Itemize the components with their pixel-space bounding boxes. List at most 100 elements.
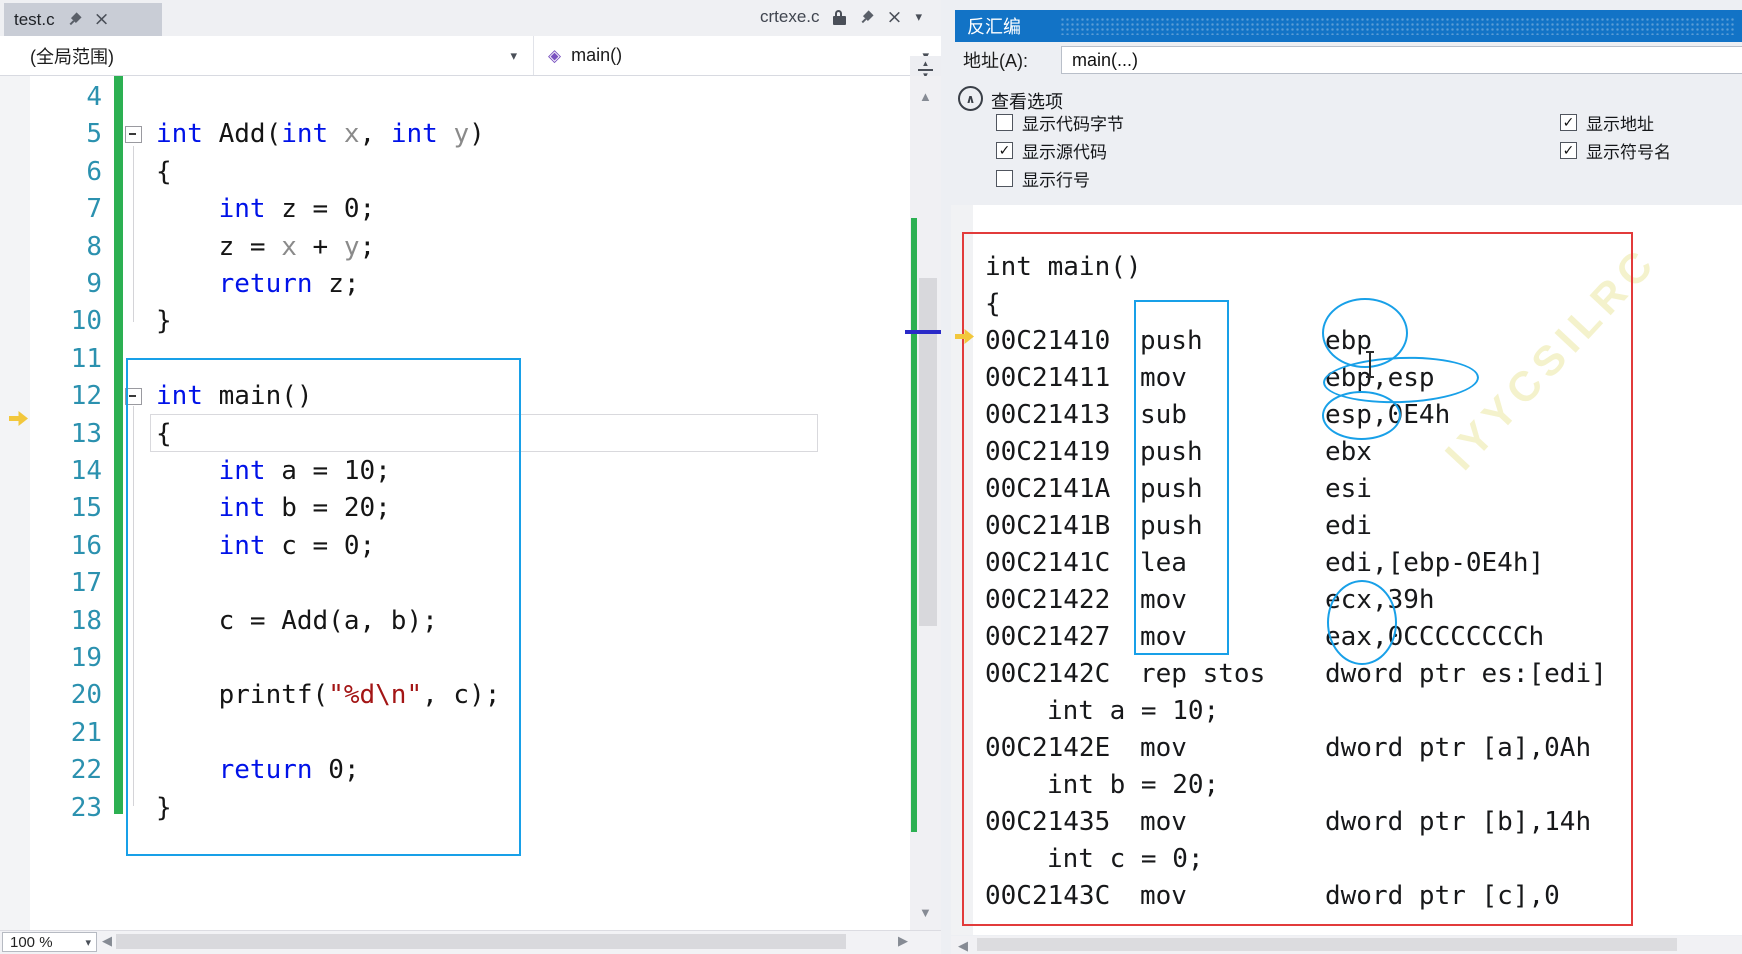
code-text: int main() [156,381,313,412]
code-line[interactable]: 17 [0,564,913,602]
code-line[interactable]: 7 int z = 0; [0,190,913,228]
instruction-address: 00C21435 [985,806,1111,837]
code-line[interactable]: 14 int a = 10; [0,452,913,490]
collapse-options-button[interactable]: ∧ [958,86,983,111]
scroll-down-button[interactable]: ▼ [919,906,932,919]
horizontal-scrollbar-thumb[interactable] [116,934,846,949]
fold-margin[interactable] [110,125,156,143]
disassembly-title-bar[interactable]: 反汇编 [955,10,1742,42]
zoom-level-dropdown[interactable]: 100 % ▾ [2,932,97,952]
line-number: 12 [70,381,102,412]
instruction-address: 00C21427 [985,621,1111,652]
tab-crtexe-c[interactable]: crtexe.c × ▾ [760,7,922,27]
code-line[interactable]: 15 int b = 20; [0,489,913,527]
instruction-address: 00C2141B [985,510,1111,541]
disasm-line: 00C2142E mov dword ptr [a],0Ah [985,729,1607,766]
checkbox-label: 显示符号名 [1586,142,1671,162]
code-line[interactable]: 4 [0,78,913,116]
title-bar-drag-texture [1060,17,1734,35]
scope-dropdown[interactable]: (全局范围) ▾ [0,36,534,75]
checkbox-option[interactable]: ✓ 显示地址 [1560,108,1671,136]
panel-title: 反汇编 [967,17,1021,37]
instruction-operands: ebp [1325,325,1372,356]
disasm-line: 00C21422 mov ecx,39h [985,581,1607,618]
code-text: z = x + y; [156,231,376,262]
pin-icon[interactable] [855,6,876,27]
checkbox-option[interactable]: 显示代码字节 [996,108,1124,136]
scroll-up-button[interactable]: ▲ [919,90,932,103]
checked-checkbox-icon[interactable]: ✓ [1560,113,1577,131]
navigation-bar: (全局范围) ▾ ◈ main() ▾ [0,36,941,76]
instruction-mnemonic: rep stos [1140,658,1266,689]
code-editor[interactable]: 4 5 int Add(int x, int y) 6{7 int z = 0; 8 z… [0,76,913,930]
close-icon[interactable]: × [94,10,110,29]
chevron-down-icon: ▾ [510,47,517,63]
tab-label: crtexe.c [760,7,820,26]
code-line[interactable]: 18 c = Add(a, b); [0,602,913,640]
function-dropdown[interactable]: ◈ main() ▾ [534,36,941,75]
disasm-line: 00C21413 sub esp,0E4h [985,396,1607,433]
pin-icon[interactable] [64,9,85,30]
instruction-mnemonic: sub [1140,399,1187,430]
disasm-line: 00C21419 push ebx [985,433,1607,470]
code-line[interactable]: 19 [0,639,913,677]
disasm-line: { [985,285,1607,322]
disasm-line: 00C2141C lea edi,[ebp-0E4h] [985,544,1607,581]
code-line[interactable]: 22 return 0; [0,751,913,789]
symbol-line: { [985,288,1001,319]
instruction-operands: ebx [1325,436,1372,467]
horizontal-scrollbar-thumb[interactable] [977,938,1677,951]
code-text: int Add(int x, int y) [156,119,485,150]
code-line[interactable]: 11 [0,340,913,378]
instruction-mnemonic: lea [1140,547,1187,578]
code-line[interactable]: 6{ [0,153,913,191]
code-text: { [156,156,172,187]
checkbox-label: 显示地址 [1586,114,1654,134]
scroll-left-button[interactable]: ◀ [958,939,968,952]
instruction-operands: edi [1325,510,1372,541]
line-number: 7 [86,194,102,225]
unchecked-checkbox-icon[interactable] [996,113,1013,131]
checked-checkbox-icon[interactable]: ✓ [996,141,1013,159]
code-line[interactable]: 21 [0,714,913,752]
line-number: 15 [70,493,102,524]
line-number: 11 [70,343,102,374]
scroll-right-button[interactable]: ▶ [898,934,908,947]
fold-margin[interactable] [110,387,156,405]
code-line[interactable]: 9 return z; [0,265,913,303]
close-icon[interactable]: × [887,7,903,27]
code-line[interactable]: 8 z = x + y; [0,228,913,266]
checkbox-option[interactable]: ✓ 显示符号名 [1560,136,1671,164]
code-line[interactable]: 12 int main() [0,377,913,415]
code-line[interactable]: 5 int Add(int x, int y) [0,115,913,153]
symbol-line: int main() [985,251,1142,282]
scroll-left-button[interactable]: ◀ [102,934,112,947]
code-line[interactable]: 10} [0,302,913,340]
code-text: } [156,306,172,337]
checkbox-option[interactable]: ✓ 显示源代码 [996,136,1124,164]
instruction-operands: dword ptr [b],14h [1325,806,1592,837]
checked-checkbox-icon[interactable]: ✓ [1560,141,1577,159]
line-number: 8 [86,231,102,262]
scope-dropdown-value: (全局范围) [30,46,114,67]
code-line[interactable]: 23} [0,789,913,827]
lock-icon [832,9,846,25]
code-line[interactable]: 20 printf("%d\n", c); [0,676,913,714]
code-line[interactable]: 16 int c = 0; [0,527,913,565]
source-line: int b = 20; [1047,769,1220,800]
line-number: 5 [86,119,102,150]
unchecked-checkbox-icon[interactable] [996,169,1013,187]
fold-toggle-icon[interactable] [124,387,142,405]
code-line[interactable]: 13 { [0,415,913,453]
text-cursor-ibeam [1366,351,1374,378]
fold-toggle-icon[interactable] [124,125,142,143]
disassembly-indicator-margin [951,205,973,935]
tab-test-c[interactable]: test.c × [4,3,162,36]
address-input[interactable] [1061,46,1742,74]
line-number: 6 [86,156,102,187]
instruction-address: 00C21413 [985,399,1111,430]
checkbox-option[interactable]: 显示行号 [996,164,1124,192]
instruction-address: 00C21422 [985,584,1111,615]
line-number: 20 [70,680,102,711]
chevron-down-icon[interactable]: ▾ [915,9,922,25]
